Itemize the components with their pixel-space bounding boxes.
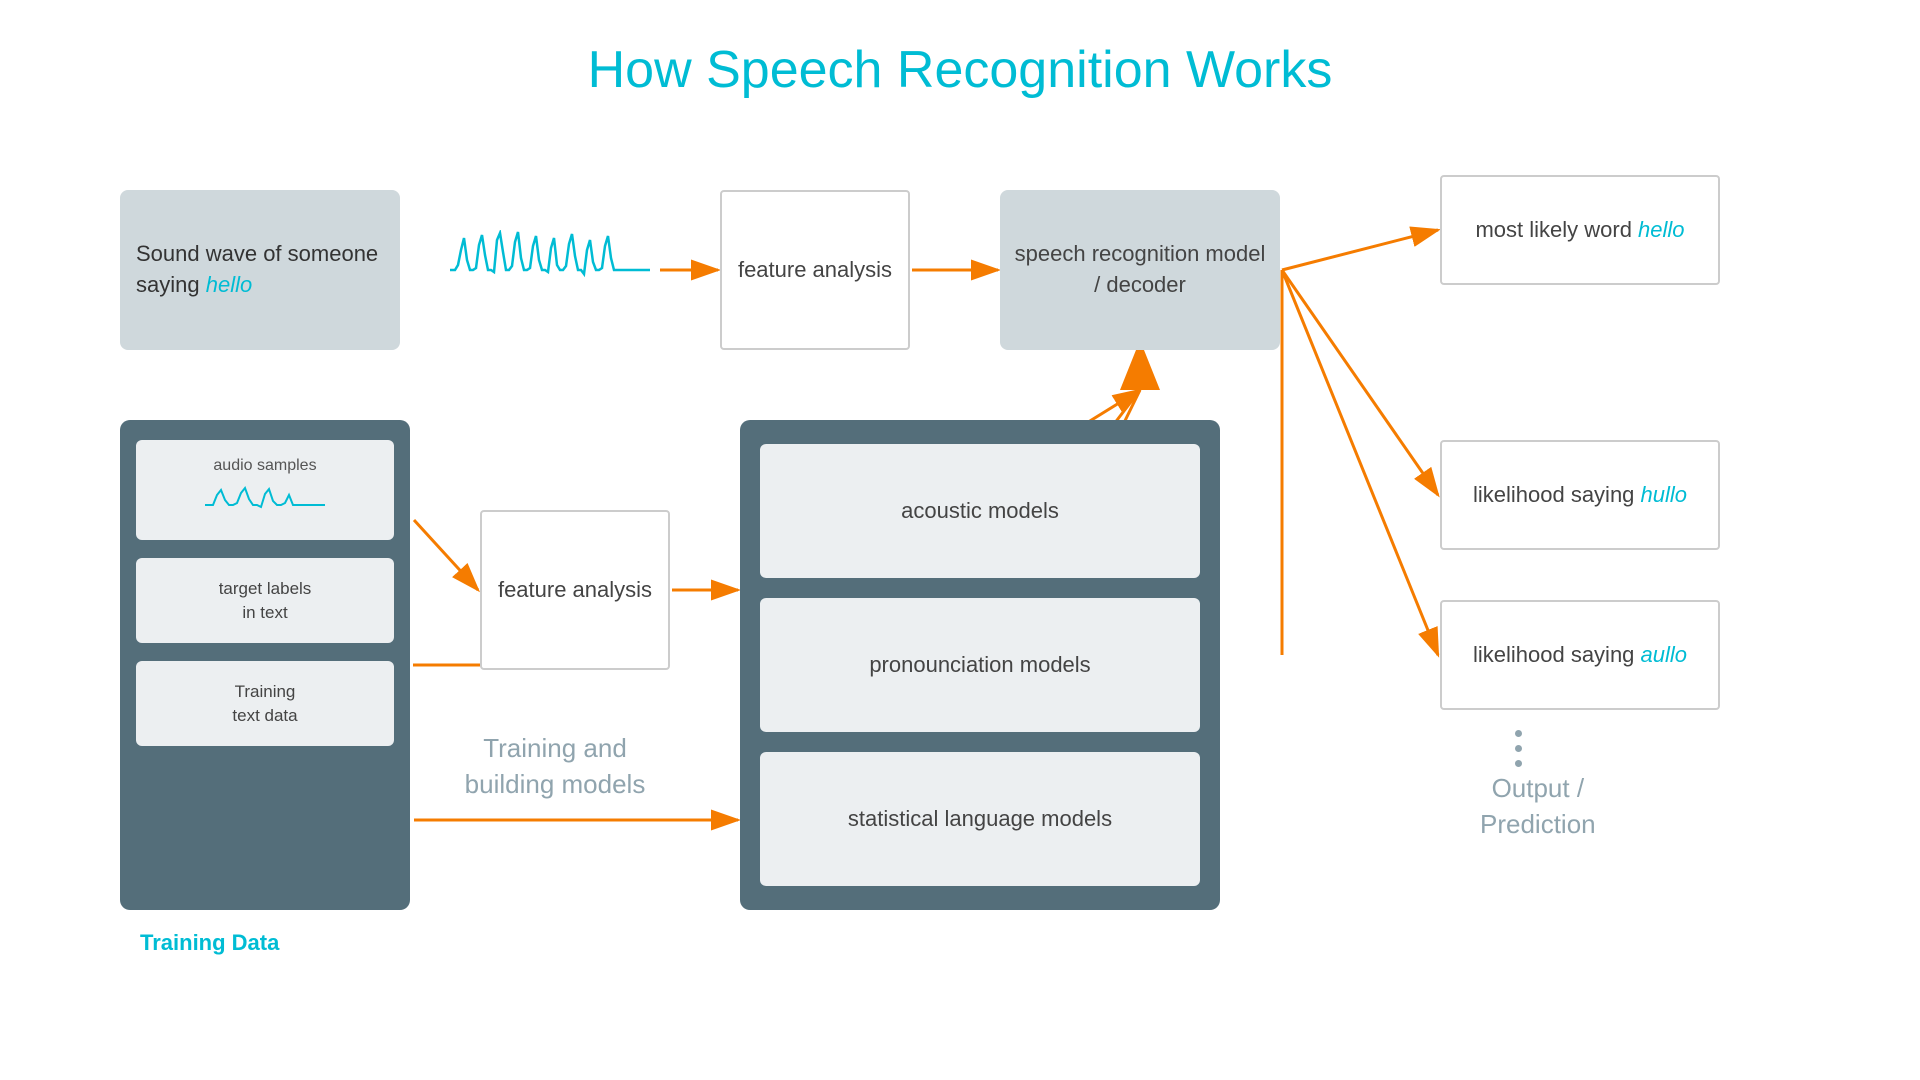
target-labels-box: target labels in text [136,558,394,643]
output-2-italic: hullo [1641,482,1687,507]
statistical-models-label: statistical language models [848,804,1112,835]
waveform-area [440,205,660,335]
mini-waveform [205,485,325,525]
sound-wave-italic: hello [206,272,252,297]
output-label-text: Output / Prediction [1480,773,1596,839]
feature-analysis-bottom-label: feature analysis [498,575,652,606]
feature-analysis-top-box: feature analysis [720,190,910,350]
output-3-text: likelihood saying aullo [1473,640,1687,671]
output-box-2: likelihood saying hullo [1440,440,1720,550]
sound-wave-box: Sound wave of someone saying hello [120,190,400,350]
sound-wave-text: Sound wave of someone saying hello [136,239,384,301]
speech-model-box: speech recognition model / decoder [1000,190,1280,350]
feature-analysis-bottom-box: feature analysis [480,510,670,670]
speech-model-label: speech recognition model / decoder [1010,239,1270,301]
diagram: Sound wave of someone saying hello featu… [60,130,1860,1010]
audio-samples-box: audio samples [136,440,394,540]
training-text-label: Training text data [232,680,297,728]
acoustic-models-label: acoustic models [901,496,1059,527]
dot-1 [1515,730,1522,737]
audio-samples-label: audio samples [213,455,316,477]
training-data-text: Training Data [140,930,279,955]
output-box-3: likelihood saying aullo [1440,600,1720,710]
training-text-box: Training text data [136,661,394,746]
output-box-1: most likely word hello [1440,175,1720,285]
page-title: How Speech Recognition Works [0,0,1920,130]
dots-area [1515,730,1522,767]
pronunciation-models-label: pronounciation models [869,650,1090,681]
dot-2 [1515,745,1522,752]
training-data-box: audio samples target labels in text Trai… [120,420,410,910]
dot-3 [1515,760,1522,767]
output-prediction-label: Output / Prediction [1480,770,1596,843]
output-3-italic: aullo [1641,642,1687,667]
waveform-svg [450,230,650,310]
target-labels-text: target labels in text [219,577,312,625]
pronunciation-models-box: pronounciation models [760,598,1200,732]
training-building-label: Training and building models [420,730,690,803]
models-big-box: acoustic models pronounciation models st… [740,420,1220,910]
statistical-models-box: statistical language models [760,752,1200,886]
output-1-text: most likely word hello [1475,215,1684,246]
training-data-label: Training Data [140,930,279,956]
building-label-text: Training and building models [465,733,646,799]
feature-analysis-top-label: feature analysis [738,255,892,286]
output-2-text: likelihood saying hullo [1473,480,1687,511]
output-1-italic: hello [1638,217,1684,242]
acoustic-models-box: acoustic models [760,444,1200,578]
